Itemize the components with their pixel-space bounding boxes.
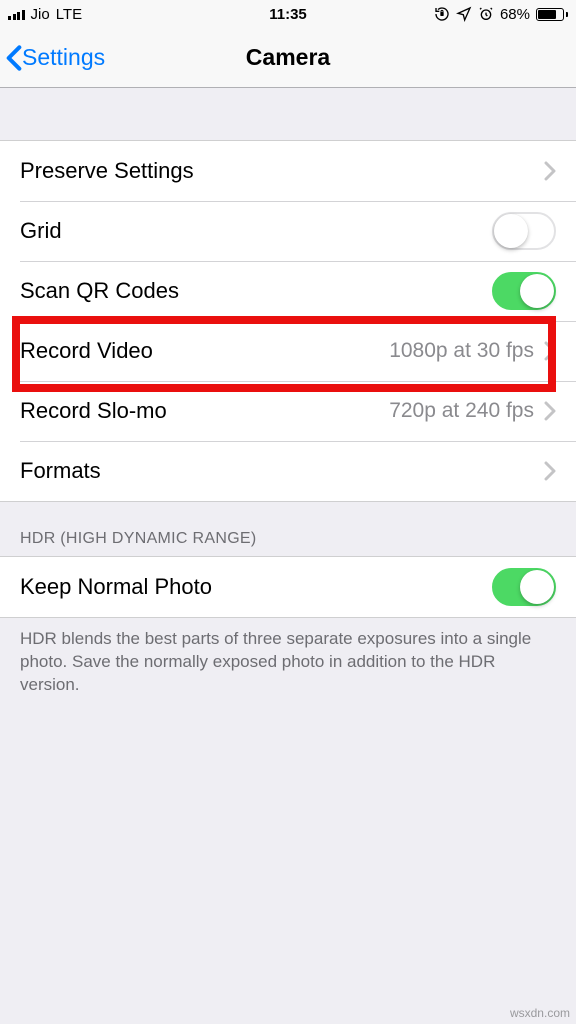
hdr-section-footer: HDR blends the best parts of three separ… — [0, 618, 576, 697]
page-title: Camera — [246, 44, 330, 71]
row-label: Keep Normal Photo — [20, 574, 212, 600]
row-label: Record Slo-mo — [20, 398, 167, 424]
hdr-section-header: HDR (HIGH DYNAMIC RANGE) — [0, 522, 277, 556]
scan-qr-row[interactable]: Scan QR Codes — [0, 261, 576, 321]
back-label: Settings — [22, 44, 105, 71]
keep-normal-toggle[interactable] — [492, 568, 556, 606]
status-left: Jio LTE — [8, 6, 82, 23]
watermark: wsxdn.com — [510, 1006, 570, 1020]
qr-toggle[interactable] — [492, 272, 556, 310]
alarm-icon — [478, 6, 494, 22]
camera-settings-section: Preserve Settings Grid Scan QR Codes Rec… — [0, 140, 576, 502]
status-bar: Jio LTE 11:35 68% — [0, 0, 576, 28]
cellular-signal-icon — [8, 8, 25, 20]
spacer — [0, 88, 576, 140]
row-value: 720p at 240 fps — [389, 399, 534, 423]
network-label: LTE — [56, 6, 82, 23]
preserve-settings-row[interactable]: Preserve Settings — [0, 141, 576, 201]
chevron-right-icon — [544, 461, 556, 481]
orientation-lock-icon — [434, 6, 450, 22]
row-label: Preserve Settings — [20, 158, 194, 184]
battery-percent: 68% — [500, 6, 530, 23]
status-right: 68% — [434, 6, 568, 23]
chevron-right-icon — [544, 161, 556, 181]
nav-bar: Settings Camera — [0, 28, 576, 88]
grid-toggle[interactable] — [492, 212, 556, 250]
back-button[interactable]: Settings — [0, 44, 105, 72]
row-value: 1080p at 30 fps — [389, 339, 534, 363]
formats-row[interactable]: Formats — [0, 441, 576, 501]
record-slomo-row[interactable]: Record Slo-mo 720p at 240 fps — [0, 381, 576, 441]
record-video-row[interactable]: Record Video 1080p at 30 fps — [0, 321, 576, 381]
status-time: 11:35 — [269, 6, 307, 23]
chevron-left-icon — [6, 44, 22, 72]
grid-row[interactable]: Grid — [0, 201, 576, 261]
row-label: Scan QR Codes — [20, 278, 179, 304]
carrier-label: Jio — [31, 6, 50, 23]
battery-icon — [536, 8, 568, 21]
row-label: Formats — [20, 458, 101, 484]
chevron-right-icon — [544, 401, 556, 421]
location-icon — [456, 6, 472, 22]
chevron-right-icon — [544, 341, 556, 361]
row-label: Grid — [20, 218, 62, 244]
hdr-section: Keep Normal Photo — [0, 556, 576, 618]
keep-normal-photo-row[interactable]: Keep Normal Photo — [0, 557, 576, 617]
row-label: Record Video — [20, 338, 153, 364]
